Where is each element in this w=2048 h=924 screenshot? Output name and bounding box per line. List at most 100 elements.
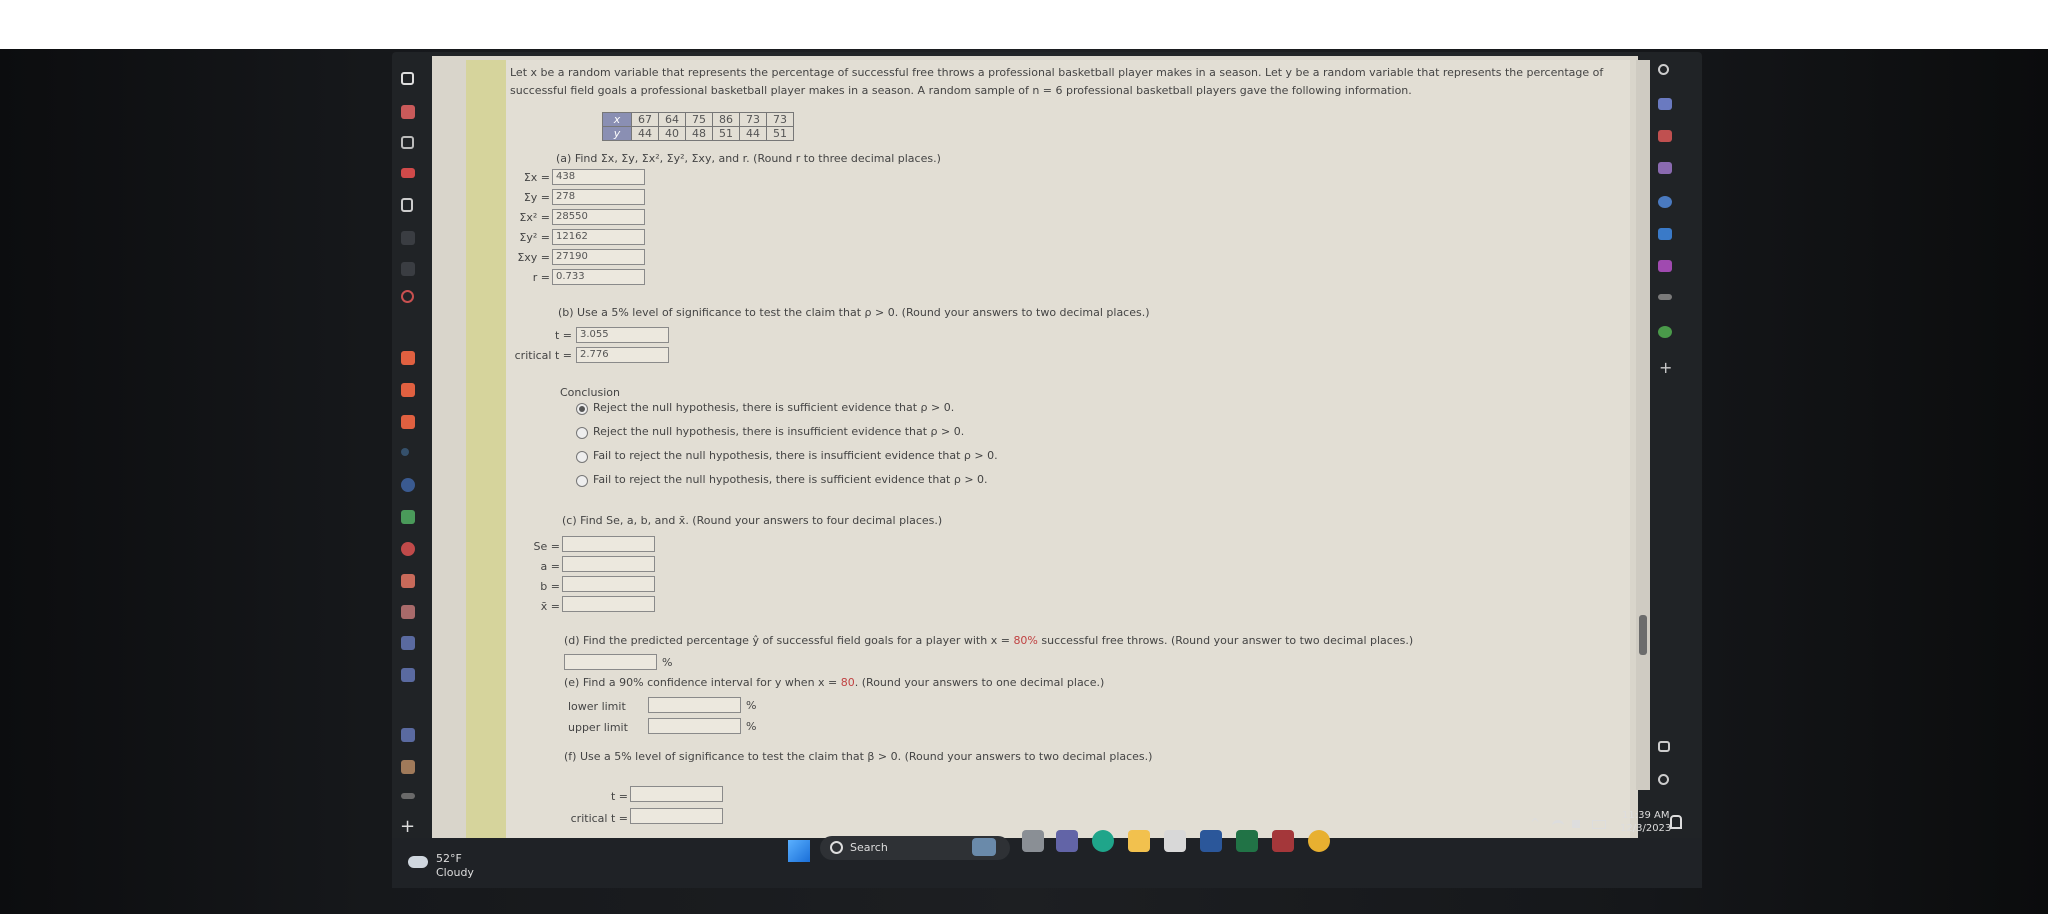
teams-icon[interactable] — [1056, 830, 1078, 852]
windows-start-icon[interactable] — [788, 840, 810, 862]
app-icon[interactable] — [401, 760, 415, 774]
part-d-prompt-start: (d) Find the predicted percentage ŷ of s… — [564, 634, 1014, 647]
part-d-highlight: 80% — [1013, 634, 1038, 647]
task-view-icon[interactable] — [1022, 830, 1044, 852]
weather-icon — [408, 856, 428, 868]
lower-limit-field[interactable] — [648, 697, 741, 713]
sum-xy-field[interactable]: 27190 — [552, 249, 645, 265]
panel-icon[interactable] — [1658, 741, 1670, 752]
sum-y-label: Σy = — [523, 191, 550, 204]
conclusion-option-label: Reject the null hypothesis, there is ins… — [593, 425, 965, 438]
volume-icon[interactable] — [1572, 820, 1580, 828]
se-field[interactable] — [562, 536, 655, 552]
part-d-prompt-end: successful free throws. (Round your answ… — [1037, 634, 1414, 647]
table-cell: 67 — [631, 112, 659, 127]
a-field[interactable] — [562, 556, 655, 572]
sum-x-squared-label: Σx² = — [519, 211, 550, 224]
c-app-icon[interactable] — [401, 351, 415, 365]
list-icon[interactable] — [401, 728, 415, 742]
sum-x-field[interactable]: 438 — [552, 169, 645, 185]
list-icon[interactable] — [401, 636, 415, 650]
r-field[interactable]: 0.733 — [552, 269, 645, 285]
app-icon[interactable] — [1658, 162, 1672, 174]
conclusion-option-label: Reject the null hypothesis, there is suf… — [593, 401, 955, 414]
notifications-icon[interactable] — [1670, 815, 1682, 829]
app-icon[interactable] — [1658, 294, 1672, 300]
app-icon[interactable] — [401, 605, 415, 619]
app-icon[interactable] — [401, 574, 415, 588]
sum-y-field[interactable]: 278 — [552, 189, 645, 205]
tabs-icon[interactable] — [401, 72, 414, 85]
app-icon[interactable] — [1658, 326, 1672, 338]
clock-date[interactable]: 12/3/2023 — [1620, 823, 1671, 834]
app-icon[interactable] — [401, 510, 415, 524]
list-icon[interactable] — [401, 668, 415, 682]
copy-icon[interactable] — [401, 136, 414, 149]
weather-temp: 52°F — [436, 852, 462, 865]
table-cell: 48 — [685, 126, 713, 141]
add-icon[interactable]: + — [1659, 358, 1672, 377]
c-app-icon[interactable] — [401, 415, 415, 429]
app-icon[interactable] — [1658, 260, 1672, 272]
store-icon[interactable] — [1164, 830, 1186, 852]
conclusion-option-radio[interactable] — [576, 451, 588, 463]
t-statistic-field[interactable]: 3.055 — [576, 327, 669, 343]
app-icon[interactable] — [401, 262, 415, 276]
critical-t-label: critical t = — [514, 349, 572, 362]
app-icon[interactable] — [401, 231, 415, 245]
app-icon[interactable] — [1658, 98, 1672, 110]
clock-time[interactable]: 11:39 AM — [1622, 810, 1669, 821]
app-icon[interactable] — [401, 793, 415, 799]
upper-limit-field[interactable] — [648, 718, 741, 734]
app-icon[interactable] — [401, 478, 415, 492]
conclusion-option-radio[interactable] — [576, 403, 588, 415]
t-statistic-field[interactable] — [630, 786, 723, 802]
app-icon[interactable] — [401, 168, 415, 178]
sum-y-squared-field[interactable]: 12162 — [552, 229, 645, 245]
app-icon[interactable] — [401, 105, 415, 119]
search-icon[interactable] — [401, 448, 409, 456]
app-icon[interactable] — [401, 542, 415, 556]
t-label: t = — [610, 790, 628, 803]
b-label: b = — [540, 580, 560, 593]
r-label: r = — [532, 271, 550, 284]
critical-t-field[interactable]: 2.776 — [576, 347, 669, 363]
conclusion-option-radio[interactable] — [576, 427, 588, 439]
search-label: Search — [850, 841, 888, 854]
b-field[interactable] — [562, 576, 655, 592]
problem-intro: Let x be a random variable that represen… — [510, 66, 1604, 97]
critical-t-field[interactable] — [630, 808, 723, 824]
add-icon[interactable]: + — [400, 816, 415, 837]
excel-icon[interactable] — [1236, 830, 1258, 852]
predicted-y-field[interactable] — [564, 654, 657, 670]
battery-icon[interactable] — [1592, 820, 1606, 829]
file-explorer-icon[interactable] — [1128, 830, 1150, 852]
x-bar-field[interactable] — [562, 596, 655, 612]
app-icon[interactable] — [1658, 196, 1672, 208]
sum-x-squared-field[interactable]: 28550 — [552, 209, 645, 225]
circle-icon[interactable] — [401, 290, 414, 303]
part-d-prompt: (d) Find the predicted percentage ŷ of s… — [564, 634, 1413, 647]
chrome-icon[interactable] — [1308, 830, 1330, 852]
gear-icon[interactable] — [1658, 774, 1669, 785]
scrollbar[interactable] — [1636, 60, 1650, 790]
edge-icon[interactable] — [1092, 830, 1114, 852]
c-app-icon[interactable] — [401, 383, 415, 397]
wifi-icon[interactable] — [1552, 820, 1564, 831]
access-icon[interactable] — [1272, 830, 1294, 852]
document-icon[interactable] — [401, 198, 413, 212]
part-e-prompt-start: (e) Find a 90% confidence interval for y… — [564, 676, 841, 689]
table-header-x: x — [602, 112, 632, 127]
table-cell: 44 — [739, 126, 767, 141]
conclusion-option-radio[interactable] — [576, 475, 588, 487]
scrollbar-thumb[interactable] — [1639, 615, 1647, 655]
widgets-icon[interactable] — [972, 838, 996, 856]
outlook-icon[interactable] — [1658, 228, 1672, 240]
word-icon[interactable] — [1200, 830, 1222, 852]
part-e-highlight: 80 — [840, 676, 855, 689]
app-icon[interactable] — [1658, 130, 1672, 142]
search-icon[interactable] — [1658, 64, 1669, 75]
part-a-prompt: (a) Find Σx, Σy, Σx², Σy², Σxy, and r. (… — [556, 152, 941, 165]
show-hidden-icons-icon[interactable]: ^ — [1530, 816, 1540, 830]
se-label: Se = — [533, 540, 560, 553]
